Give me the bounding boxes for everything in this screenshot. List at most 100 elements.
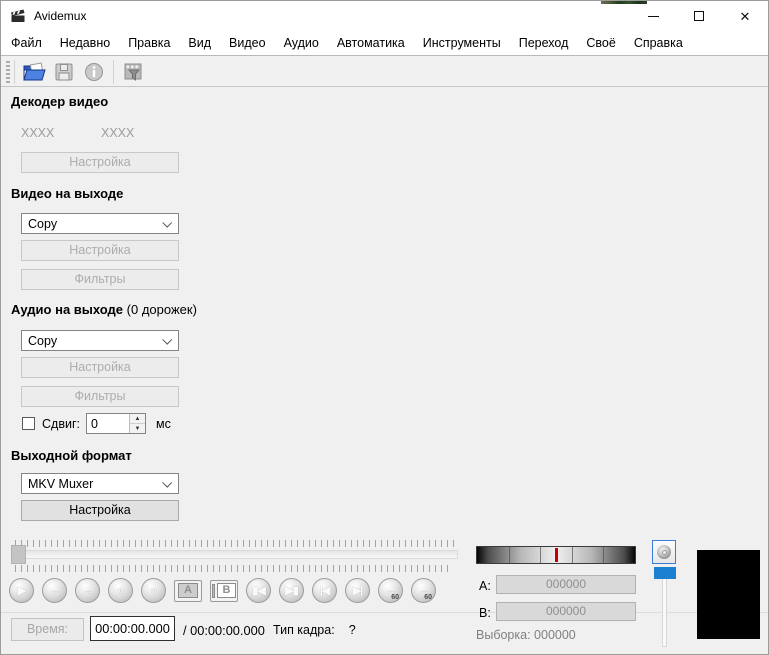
app-clapperboard-icon xyxy=(10,8,26,24)
decoder-section-title: Декодер видео xyxy=(11,94,109,109)
marker-b-label: B: xyxy=(479,606,491,620)
decoder-codec-placeholder: XXXX xyxy=(21,126,55,140)
spin-up-icon[interactable]: ▲ xyxy=(130,414,145,424)
fast-forward-button[interactable]: » xyxy=(141,578,166,603)
marker-b-icon: B xyxy=(216,583,237,598)
menu-audio[interactable]: Аудио xyxy=(275,31,328,55)
next-black-frame-button[interactable]: ▶▮ xyxy=(279,578,304,603)
previous-frame-button[interactable]: ← xyxy=(42,578,67,603)
save-floppy-icon xyxy=(52,60,76,84)
menu-edit[interactable]: Правка xyxy=(119,31,179,55)
timeline-ticks-top xyxy=(15,540,455,547)
previous-black-frame-button[interactable]: ▮◀ xyxy=(246,578,271,603)
marker-a-icon: A xyxy=(178,583,198,598)
close-button[interactable]: ✕ xyxy=(722,1,768,31)
audio-tracks-count: (0 дорожек) xyxy=(126,302,197,317)
format-configure-button[interactable]: Настройка xyxy=(21,500,179,521)
open-video-button[interactable] xyxy=(19,58,49,86)
forward-60-button[interactable]: → 60 xyxy=(411,578,436,603)
timeline-slider-handle[interactable] xyxy=(11,545,26,564)
minimize-icon xyxy=(647,15,659,17)
sample-value: 000000 xyxy=(534,628,576,642)
minimize-button[interactable] xyxy=(630,1,676,31)
jog-center-marker xyxy=(555,548,558,562)
double-chevron-right-icon: » xyxy=(150,584,157,597)
keyframe-back-icon: |◀ xyxy=(319,585,331,597)
previous-keyframe-button[interactable]: |◀ xyxy=(312,578,337,603)
audio-codec-value: Copy xyxy=(28,333,58,348)
menu-bar: Файл Недавно Правка Вид Видео Аудио Авто… xyxy=(1,31,768,56)
jog-divider xyxy=(571,547,573,563)
menu-video[interactable]: Видео xyxy=(220,31,275,55)
menu-auto[interactable]: Автоматика xyxy=(328,31,414,55)
audio-shift-input[interactable] xyxy=(87,414,129,433)
volume-slider-handle[interactable] xyxy=(654,567,676,579)
menu-help[interactable]: Справка xyxy=(625,31,692,55)
set-marker-a-button[interactable]: A xyxy=(174,579,202,602)
audio-shift-checkbox[interactable] xyxy=(22,417,35,430)
avidemux-window: Avidemux ✕ Файл Недавно Правка Вид Видео… xyxy=(0,0,769,655)
audio-shift-unit: мс xyxy=(156,417,171,431)
save-video-button[interactable] xyxy=(49,58,79,86)
time-button[interactable]: Время: xyxy=(11,618,84,641)
frame-type: Тип кадра:? xyxy=(273,623,356,637)
jog-shuttle-wheel[interactable] xyxy=(476,546,636,564)
open-folder-icon xyxy=(21,60,47,84)
timeline-ticks-bottom xyxy=(15,565,449,572)
decoder-info-placeholder: XXXX xyxy=(101,126,135,140)
output-format-section-title: Выходной формат xyxy=(11,448,132,463)
next-frame-button[interactable]: → xyxy=(75,578,100,603)
current-time-input[interactable] xyxy=(90,616,175,641)
toolbar-separator xyxy=(113,59,114,84)
marker-b-field[interactable]: 000000 xyxy=(496,602,636,621)
jog-divider xyxy=(540,547,542,563)
status-separator xyxy=(1,612,768,613)
menu-file[interactable]: Файл xyxy=(2,31,51,55)
video-filters-button[interactable] xyxy=(118,58,148,86)
transport-controls: ▶ ← → « » A B ▮◀ ▶▮ |◀ ▶| ← 60 → 60 xyxy=(9,578,436,603)
timeline-slider-track[interactable] xyxy=(11,550,458,559)
window-title: Avidemux xyxy=(34,9,87,23)
desktop-background-sliver xyxy=(601,1,647,4)
next-keyframe-button[interactable]: ▶| xyxy=(345,578,370,603)
spin-down-icon[interactable]: ▼ xyxy=(130,424,145,433)
information-button[interactable] xyxy=(79,58,109,86)
spin-buttons: ▲ ▼ xyxy=(129,414,145,433)
audio-output-title-text: Аудио на выходе xyxy=(11,302,124,317)
menu-custom[interactable]: Своё xyxy=(577,31,624,55)
audio-codec-select[interactable]: Copy xyxy=(21,330,179,351)
film-filter-icon xyxy=(121,60,145,84)
double-chevron-left-icon: « xyxy=(117,584,124,597)
muxer-select[interactable]: MKV Muxer xyxy=(21,473,179,494)
rewind-button[interactable]: « xyxy=(108,578,133,603)
menu-tools[interactable]: Инструменты xyxy=(414,31,510,55)
marker-a-field[interactable]: 000000 xyxy=(496,575,636,594)
video-filters-panel-button[interactable]: Фильтры xyxy=(21,269,179,290)
back-60-button[interactable]: ← 60 xyxy=(378,578,403,603)
video-codec-select[interactable]: Copy xyxy=(21,213,179,234)
arrow-right-icon: → xyxy=(82,584,94,597)
video-configure-button[interactable]: Настройка xyxy=(21,240,179,261)
chevron-down-icon xyxy=(162,217,173,228)
menu-go[interactable]: Переход xyxy=(510,31,578,55)
volume-slider-track[interactable] xyxy=(662,577,667,647)
toolbar-drag-handle[interactable] xyxy=(6,60,10,83)
frame-type-label: Тип кадра: xyxy=(273,623,335,637)
audio-configure-button[interactable]: Настройка xyxy=(21,357,179,378)
step-back-icon: ▮◀ xyxy=(252,585,265,597)
decoder-configure-button[interactable]: Настройка xyxy=(21,152,179,173)
play-icon: ▶ xyxy=(17,585,27,597)
audio-shift-spinbox[interactable]: ▲ ▼ xyxy=(86,413,146,434)
audio-filters-button[interactable]: Фильтры xyxy=(21,386,179,407)
sixty-label: 60 xyxy=(424,594,432,601)
audio-shift-label: Сдвиг: xyxy=(42,417,80,431)
play-button[interactable]: ▶ xyxy=(9,578,34,603)
menu-recent[interactable]: Недавно xyxy=(51,31,119,55)
chevron-down-icon xyxy=(162,334,173,345)
maximize-button[interactable] xyxy=(676,1,722,31)
set-marker-b-button[interactable]: B xyxy=(210,579,238,602)
menu-view[interactable]: Вид xyxy=(179,31,220,55)
video-preview-area xyxy=(697,550,760,639)
muxer-value: MKV Muxer xyxy=(28,476,94,491)
mute-button[interactable] xyxy=(652,540,676,564)
